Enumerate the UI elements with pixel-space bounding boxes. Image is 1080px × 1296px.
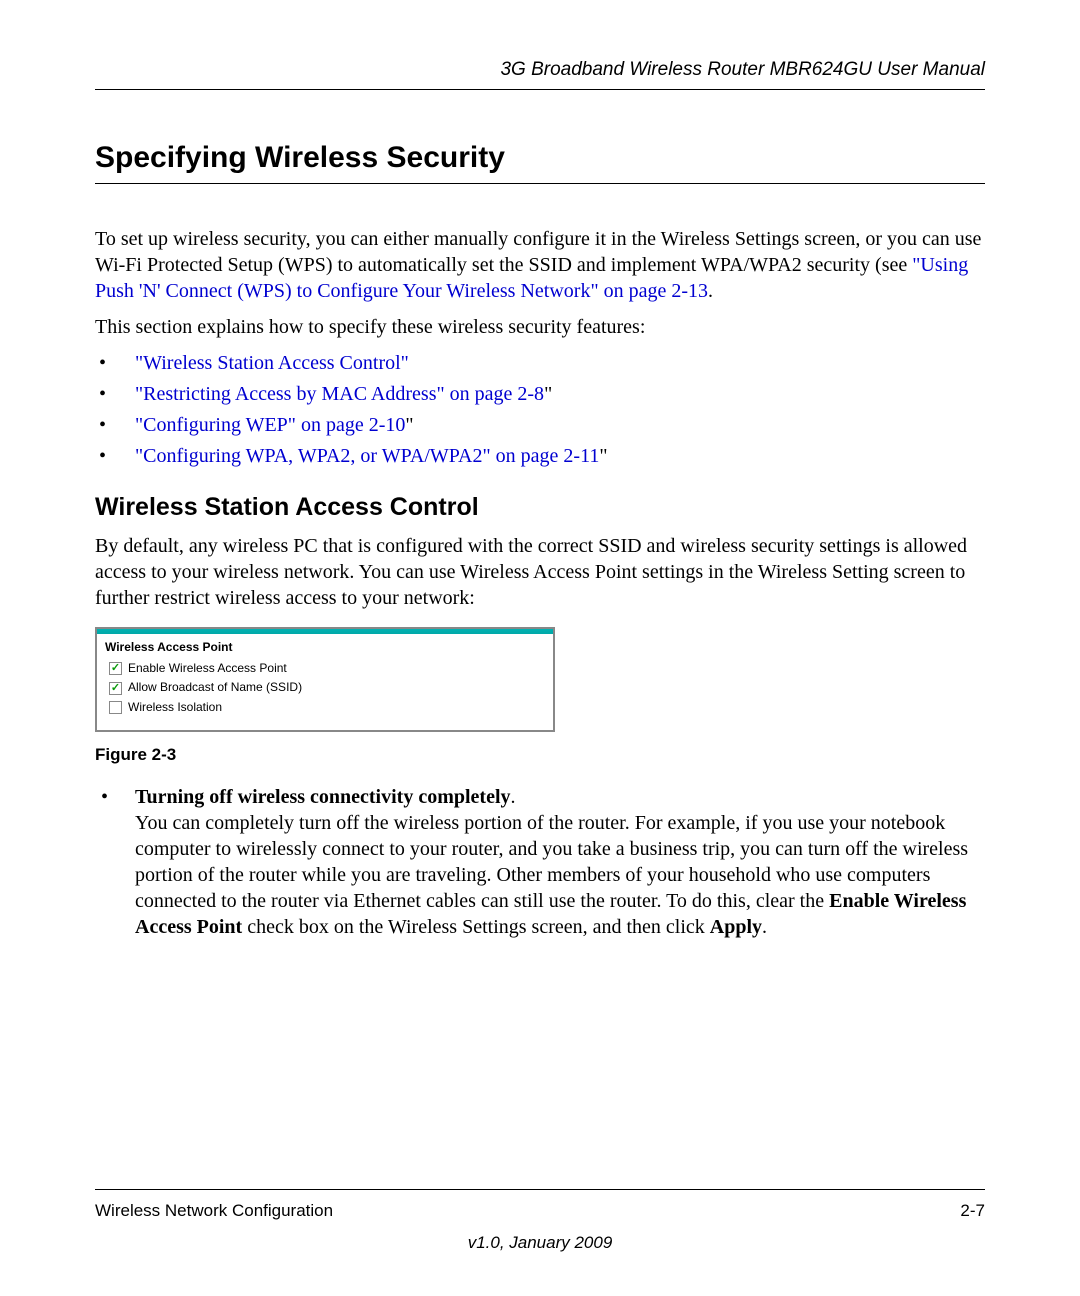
item-body-b: check box on the Wireless Settings scree… bbox=[242, 916, 710, 938]
checkbox-wireless-isolation[interactable] bbox=[109, 701, 122, 714]
page-heading: Specifying Wireless Security bbox=[95, 138, 985, 184]
checkbox-label: Wireless Isolation bbox=[128, 700, 222, 716]
item-period: . bbox=[511, 786, 516, 808]
intro-paragraph: To set up wireless security, you can eit… bbox=[95, 226, 985, 304]
figure-label: Figure 2-3 bbox=[95, 744, 985, 766]
link-wep[interactable]: "Configuring WEP" on page 2-10 bbox=[135, 414, 405, 436]
header-title: 3G Broadband Wireless Router MBR624GU Us… bbox=[95, 58, 985, 90]
checkbox-row-isolation: Wireless Isolation bbox=[105, 700, 545, 716]
section-heading: Wireless Station Access Control bbox=[95, 491, 985, 524]
checkbox-broadcast-ssid[interactable] bbox=[109, 682, 122, 695]
section-lead: This section explains how to specify the… bbox=[95, 314, 985, 340]
checkbox-row-broadcast: Allow Broadcast of Name (SSID) bbox=[105, 680, 545, 696]
footer-left: Wireless Network Configuration bbox=[95, 1200, 333, 1222]
intro-text-a: To set up wireless security, you can eit… bbox=[95, 228, 981, 276]
item-bold-2: Apply bbox=[710, 916, 762, 938]
item-body-c: . bbox=[762, 916, 767, 938]
checkbox-label: Enable Wireless Access Point bbox=[128, 661, 287, 677]
feature-link-list: "Wireless Station Access Control" "Restr… bbox=[95, 350, 985, 469]
section-paragraph: By default, any wireless PC that is conf… bbox=[95, 533, 985, 611]
wireless-access-point-panel: Wireless Access Point Enable Wireless Ac… bbox=[95, 627, 555, 731]
list-item: Turning off wireless connectivity comple… bbox=[95, 784, 985, 940]
link-mac[interactable]: "Restricting Access by MAC Address" on p… bbox=[135, 383, 544, 405]
intro-text-b: . bbox=[708, 280, 713, 302]
footer-version: v1.0, January 2009 bbox=[95, 1232, 985, 1254]
list-item: "Configuring WEP" on page 2-10" bbox=[95, 412, 985, 438]
link-wpa[interactable]: "Configuring WPA, WPA2, or WPA/WPA2" on … bbox=[135, 445, 599, 467]
detail-list: Turning off wireless connectivity comple… bbox=[95, 784, 985, 940]
panel-title: Wireless Access Point bbox=[105, 640, 545, 656]
page-footer: Wireless Network Configuration 2-7 v1.0,… bbox=[95, 1189, 985, 1254]
checkbox-enable-wap[interactable] bbox=[109, 662, 122, 675]
list-item: "Configuring WPA, WPA2, or WPA/WPA2" on … bbox=[95, 443, 985, 469]
quote-trail: " bbox=[599, 445, 607, 467]
quote-trail: " bbox=[544, 383, 552, 405]
item-lead: Turning off wireless connectivity comple… bbox=[135, 786, 511, 808]
checkbox-row-enable-wap: Enable Wireless Access Point bbox=[105, 661, 545, 677]
quote-trail: " bbox=[405, 414, 413, 436]
list-item: "Wireless Station Access Control" bbox=[95, 350, 985, 376]
checkbox-label: Allow Broadcast of Name (SSID) bbox=[128, 680, 302, 696]
footer-page-number: 2-7 bbox=[960, 1200, 985, 1222]
link-wsac[interactable]: "Wireless Station Access Control" bbox=[135, 352, 409, 374]
list-item: "Restricting Access by MAC Address" on p… bbox=[95, 381, 985, 407]
